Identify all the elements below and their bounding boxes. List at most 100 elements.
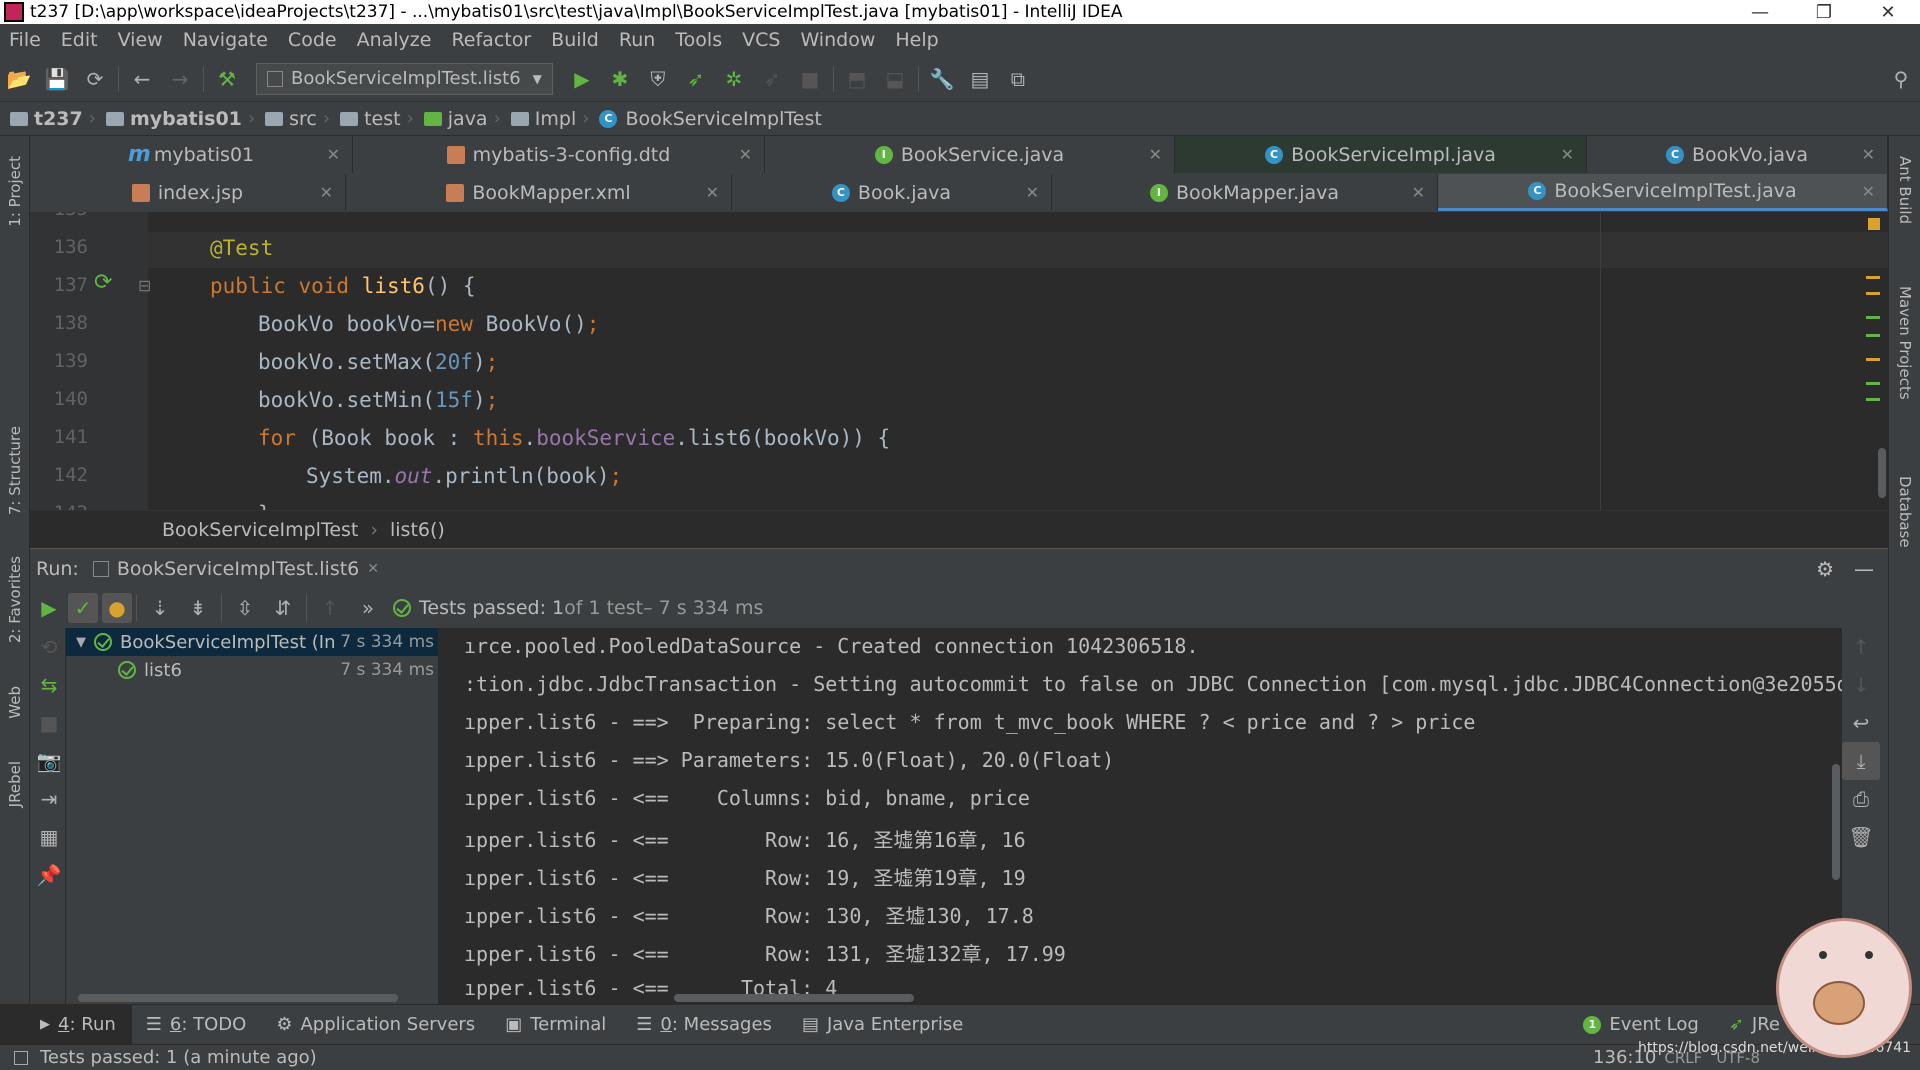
expand-arrow-icon[interactable]: ▼ (76, 635, 86, 650)
favorites-tool-button[interactable]: 2: Favorites (6, 556, 24, 643)
close-icon[interactable]: ✕ (739, 145, 752, 164)
menu-window[interactable]: Window (791, 29, 886, 51)
menu-edit[interactable]: Edit (52, 29, 109, 51)
show-passed-icon[interactable]: ✓ (68, 593, 98, 623)
menu-vcs[interactable]: VCS (733, 29, 791, 51)
tool-event-log[interactable]: 1 Event Log (1569, 1014, 1714, 1035)
sdk-manager-icon[interactable]: ⧉ (999, 60, 1037, 98)
run-test-gutter-icon[interactable]: ⟳ (94, 270, 112, 295)
close-icon[interactable]: ✕ (1026, 183, 1039, 202)
web-tool-button[interactable]: Web (6, 686, 24, 719)
minimize-button[interactable]: — (1728, 2, 1792, 23)
maven-projects-tool-button[interactable]: Maven Projects (1896, 286, 1914, 400)
menu-analyze[interactable]: Analyze (348, 29, 443, 51)
console-vertical-scrollbar[interactable] (1832, 764, 1840, 880)
show-ignored-icon[interactable]: ● (102, 593, 132, 623)
tool-messages[interactable]: ☰ 0: Messages (622, 1014, 788, 1035)
print-icon[interactable]: ⎙ (1842, 780, 1880, 818)
back-icon[interactable]: ← (123, 60, 161, 98)
close-icon[interactable]: ✕ (1561, 145, 1574, 164)
tool-terminal[interactable]: ▣ Terminal (491, 1014, 622, 1035)
close-icon[interactable]: ✕ (1412, 183, 1425, 202)
collapse-all-icon[interactable]: ⇵ (264, 589, 302, 627)
debug-icon[interactable]: ✱ (601, 60, 639, 98)
menu-tools[interactable]: Tools (666, 29, 733, 51)
rerun-icon[interactable]: ▶ (30, 589, 68, 627)
status-message[interactable]: Tests passed: 1 (a minute ago) (40, 1047, 317, 1068)
menu-navigate[interactable]: Navigate (174, 29, 279, 51)
tab-bookservice[interactable]: I BookService.java ✕ (765, 136, 1175, 173)
tree-horizontal-scrollbar[interactable] (78, 994, 398, 1002)
tree-row-test[interactable]: list6 7 s 334 ms (66, 656, 438, 684)
jrebel-tool-button[interactable]: JRebel (6, 761, 24, 807)
crumb-impl[interactable]: Impl (501, 108, 582, 130)
jrebel-run-icon[interactable]: ➶ (677, 60, 715, 98)
sort-alpha-icon[interactable]: ⇣ (141, 589, 179, 627)
editor-crumb-method[interactable]: list6() (390, 519, 445, 541)
pin-icon[interactable]: 📌 (30, 856, 68, 894)
open-folder-icon[interactable]: 📂 (0, 60, 38, 98)
menu-code[interactable]: Code (279, 29, 348, 51)
save-icon[interactable]: 💾 (38, 60, 76, 98)
project-tool-button[interactable]: 1: Project (6, 156, 24, 227)
warning-indicator-icon[interactable] (1868, 218, 1880, 230)
error-stripe-mark[interactable] (1866, 382, 1880, 385)
tool-application-servers[interactable]: ⚙ Application Servers (262, 1014, 491, 1035)
coverage-icon[interactable]: ⛨ (639, 60, 677, 98)
status-panel-icon[interactable] (14, 1050, 28, 1065)
error-stripe-mark[interactable] (1866, 334, 1880, 337)
crumb-src[interactable]: src (255, 108, 323, 130)
close-icon[interactable]: ✕ (367, 561, 379, 577)
trash-icon[interactable]: 🗑 (1842, 818, 1880, 856)
crumb-test[interactable]: test (330, 108, 407, 130)
forward-icon[interactable]: → (161, 60, 199, 98)
run-tab[interactable]: BookServiceImplTest.list6 ✕ (92, 558, 379, 580)
database-tool-button[interactable]: Database (1896, 476, 1914, 548)
crumb-project[interactable]: t237 (0, 108, 89, 130)
tool-run[interactable]: ▶ 4: Run (0, 1004, 132, 1045)
close-button[interactable]: ✕ (1856, 2, 1920, 23)
error-stripe-mark[interactable] (1866, 358, 1880, 361)
close-icon[interactable]: ✕ (706, 183, 719, 202)
sync-icon[interactable]: ⟳ (76, 60, 114, 98)
tab-bookmapper-xml[interactable]: BookMapper.xml ✕ (346, 174, 732, 211)
run-icon[interactable]: ▶ (563, 60, 601, 98)
toggle-autotest-icon[interactable]: ⇆ (30, 666, 68, 704)
editor-crumb-class[interactable]: BookServiceImplTest (162, 519, 358, 541)
tab-index-jsp[interactable]: index.jsp ✕ (30, 174, 346, 211)
menu-help[interactable]: Help (886, 29, 949, 51)
error-stripe-mark[interactable] (1866, 398, 1880, 401)
expand-all-icon[interactable]: ⇳ (226, 589, 264, 627)
project-structure-icon[interactable]: ▤ (961, 60, 999, 98)
layout-icon[interactable]: ▦ (30, 818, 68, 856)
tree-row-suite[interactable]: ▼ BookServiceImplTest (In 7 s 334 ms (66, 628, 438, 656)
menu-file[interactable]: File (0, 29, 52, 51)
tab-book[interactable]: C Book.java ✕ (732, 174, 1052, 211)
tab-bookserviceimpl[interactable]: C BookServiceImpl.java ✕ (1175, 136, 1587, 173)
run-configuration-select[interactable]: BookServiceImplTest.list6 ▼ (256, 62, 553, 95)
menu-refactor[interactable]: Refactor (442, 29, 542, 51)
gear-icon[interactable]: ⚙ (1816, 557, 1834, 581)
error-stripe-mark[interactable] (1866, 276, 1880, 279)
tab-bookmapper-java[interactable]: I BookMapper.java ✕ (1052, 174, 1438, 211)
console-horizontal-scrollbar[interactable] (674, 994, 914, 1002)
search-icon[interactable]: ⚲ (1882, 60, 1920, 98)
fold-icon[interactable]: ⊟ (138, 276, 151, 295)
tab-bookserviceimpltest[interactable]: C BookServiceImplTest.java ✕ (1438, 174, 1888, 211)
menu-view[interactable]: View (109, 29, 174, 51)
close-icon[interactable]: ✕ (1862, 145, 1875, 164)
jrebel-debug-icon[interactable]: ✲ (715, 60, 753, 98)
tool-todo[interactable]: ☰ 6: TODO (132, 1014, 263, 1035)
soft-wrap-icon[interactable]: ↩ (1842, 704, 1880, 742)
crumb-module[interactable]: mybatis01 (96, 108, 248, 130)
code-editor[interactable]: 135 136 137 138 139 140 141 142 143 ⟳ ⊟ … (30, 212, 1888, 510)
close-icon[interactable]: ✕ (327, 145, 340, 164)
maximize-button[interactable]: ❐ (1792, 2, 1856, 23)
tool-java-enterprise[interactable]: ▤ Java Enterprise (788, 1014, 979, 1035)
close-icon[interactable]: ✕ (320, 183, 333, 202)
sort-duration-icon[interactable]: ⇟ (179, 589, 217, 627)
error-stripe-mark[interactable] (1866, 316, 1880, 319)
editor-scrollbar[interactable] (1878, 448, 1886, 498)
settings-wrench-icon[interactable]: 🔧 (923, 60, 961, 98)
close-icon[interactable]: ✕ (1149, 145, 1162, 164)
